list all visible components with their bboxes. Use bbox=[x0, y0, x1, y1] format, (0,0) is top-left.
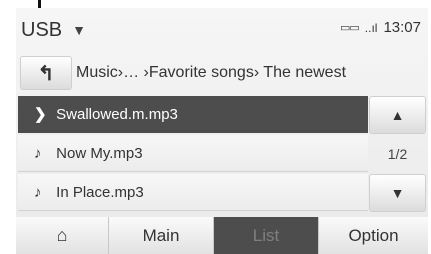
tab-home[interactable]: ⌂ bbox=[16, 217, 109, 254]
home-icon: ⌂ bbox=[56, 225, 68, 245]
source-selector-button[interactable]: USB ▼ bbox=[21, 14, 86, 46]
tab-option[interactable]: Option bbox=[319, 217, 428, 254]
scroll-up-button[interactable]: ▲ bbox=[369, 96, 426, 134]
status-area: ▭▭ ..ıl 13:07 bbox=[340, 19, 421, 36]
source-label: USB bbox=[21, 18, 63, 41]
track-list: ❯ Swallowed.m.mp3 ♪ Now My.mp3 ♪ In Plac… bbox=[16, 96, 368, 213]
breadcrumb: Music›… ›Favorite songs› The newest bbox=[76, 64, 347, 81]
now-playing-icon: ❯ bbox=[34, 106, 47, 123]
header: USB ▼ ▭▭ ..ıl 13:07 bbox=[16, 8, 428, 50]
music-note-icon: ♪ bbox=[34, 184, 42, 201]
track-label: Now My.mp3 bbox=[56, 145, 143, 162]
tab-main[interactable]: Main bbox=[109, 217, 214, 254]
triangle-up-icon: ▲ bbox=[390, 107, 405, 123]
folder-up-button[interactable]: ↰ bbox=[20, 56, 72, 90]
page-indicator: 1/2 bbox=[387, 146, 408, 162]
folder-up-icon: ↰ bbox=[37, 62, 55, 85]
chevron-down-icon: ▼ bbox=[72, 22, 86, 38]
list-item[interactable]: ♪ Now My.mp3 bbox=[18, 135, 368, 172]
music-note-icon: ♪ bbox=[34, 145, 42, 162]
track-label: Swallowed.m.mp3 bbox=[56, 106, 178, 123]
list-item[interactable]: ♪ In Place.mp3 bbox=[18, 174, 368, 211]
clock: 13:07 bbox=[383, 19, 421, 36]
triangle-down-icon: ▼ bbox=[390, 185, 405, 201]
battery-icon: ▭▭ bbox=[339, 22, 360, 34]
tab-list[interactable]: List bbox=[214, 217, 319, 254]
media-screen: USB ▼ ▭▭ ..ıl 13:07 ↰ Music›… ›Favorite … bbox=[16, 8, 428, 254]
scroll-down-button[interactable]: ▼ bbox=[369, 174, 426, 212]
track-label: In Place.mp3 bbox=[56, 184, 144, 201]
list-item[interactable]: ❯ Swallowed.m.mp3 bbox=[18, 96, 368, 133]
signal-icon: ..ıl bbox=[364, 20, 378, 35]
bottom-tabs: ⌂ Main List Option bbox=[16, 217, 428, 254]
folder-path-row: ↰ Music›… ›Favorite songs› The newest bbox=[16, 56, 428, 90]
